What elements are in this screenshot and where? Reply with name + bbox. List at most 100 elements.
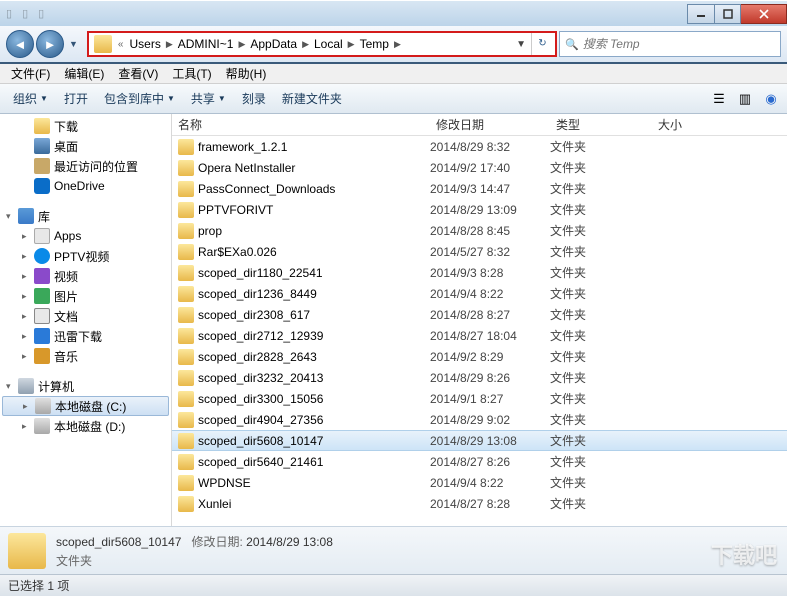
- tree-node[interactable]: 下载: [0, 116, 171, 136]
- tree-icon: [34, 178, 50, 194]
- preview-pane-icon[interactable]: ▥: [734, 88, 756, 110]
- file-row[interactable]: PPTVFORIVT2014/8/29 13:09文件夹: [172, 199, 787, 220]
- column-header-size[interactable]: 大小: [652, 116, 732, 133]
- file-row[interactable]: PassConnect_Downloads2014/9/3 14:47文件夹: [172, 178, 787, 199]
- share-button[interactable]: 共享▼: [183, 86, 234, 112]
- file-row[interactable]: Rar$EXa0.0262014/5/27 8:32文件夹: [172, 241, 787, 262]
- expand-icon[interactable]: ▸: [22, 251, 34, 262]
- tree-node[interactable]: ▸PPTV视频: [0, 246, 171, 266]
- breadcrumb-item[interactable]: Temp: [357, 37, 392, 51]
- file-row[interactable]: scoped_dir1180_225412014/9/3 8:28文件夹: [172, 262, 787, 283]
- file-row[interactable]: prop2014/8/28 8:45文件夹: [172, 220, 787, 241]
- folder-icon: [178, 349, 194, 365]
- new-folder-button[interactable]: 新建文件夹: [274, 86, 350, 112]
- file-row[interactable]: Xunlei2014/8/27 8:28文件夹: [172, 493, 787, 514]
- file-row[interactable]: scoped_dir3232_204132014/8/29 8:26文件夹: [172, 367, 787, 388]
- breadcrumb-overflow-icon[interactable]: «: [118, 39, 124, 50]
- close-button[interactable]: [741, 4, 787, 24]
- expand-icon[interactable]: ▸: [22, 351, 34, 362]
- file-row[interactable]: Opera NetInstaller2014/9/2 17:40文件夹: [172, 157, 787, 178]
- menu-item[interactable]: 编辑(E): [57, 65, 111, 82]
- file-row[interactable]: framework_1.2.12014/8/29 8:32文件夹: [172, 136, 787, 157]
- column-header-name[interactable]: 名称: [172, 116, 430, 133]
- folder-icon: [178, 454, 194, 470]
- breadcrumb-item[interactable]: Users: [126, 37, 163, 51]
- forward-button[interactable]: ►: [36, 30, 64, 58]
- search-input[interactable]: [583, 37, 775, 51]
- expand-icon[interactable]: ▸: [22, 271, 34, 282]
- chevron-right-icon[interactable]: ▶: [238, 39, 245, 50]
- include-button[interactable]: 包含到库中▼: [96, 86, 183, 112]
- expand-icon[interactable]: ▸: [22, 311, 34, 322]
- file-row[interactable]: scoped_dir2828_26432014/9/2 8:29文件夹: [172, 346, 787, 367]
- expand-icon[interactable]: ▾: [6, 381, 18, 392]
- tree-node[interactable]: ▸迅雷下载: [0, 326, 171, 346]
- tree-node[interactable]: ▸音乐: [0, 346, 171, 366]
- tree-node[interactable]: ▾计算机: [0, 376, 171, 396]
- minimize-button[interactable]: [687, 4, 715, 24]
- file-row[interactable]: scoped_dir5640_214612014/8/27 8:26文件夹: [172, 451, 787, 472]
- back-button[interactable]: ◄: [6, 30, 34, 58]
- address-bar[interactable]: «Users▶ADMINI~1▶AppData▶Local▶Temp▶ ▼ ↻: [87, 31, 557, 57]
- navigation-pane[interactable]: 下载桌面最近访问的位置OneDrive▾库▸Apps▸PPTV视频▸视频▸图片▸…: [0, 114, 172, 526]
- tree-node[interactable]: ▸Apps: [0, 226, 171, 246]
- details-item-type: 文件夹: [56, 552, 333, 569]
- folder-icon: [178, 475, 194, 491]
- tree-icon: [34, 348, 50, 364]
- tree-node[interactable]: ▸本地磁盘 (D:): [0, 416, 171, 436]
- tree-node[interactable]: ▸文档: [0, 306, 171, 326]
- help-icon[interactable]: ◉: [760, 88, 782, 110]
- expand-icon[interactable]: ▸: [22, 331, 34, 342]
- column-header-type[interactable]: 类型: [550, 116, 652, 133]
- tree-node[interactable]: OneDrive: [0, 176, 171, 196]
- address-dropdown-icon[interactable]: ▼: [511, 39, 531, 50]
- file-row[interactable]: scoped_dir2712_129392014/8/27 18:04文件夹: [172, 325, 787, 346]
- maximize-button[interactable]: [715, 4, 741, 24]
- open-button[interactable]: 打开: [56, 86, 96, 112]
- chevron-right-icon[interactable]: ▶: [348, 39, 355, 50]
- chevron-down-icon: ▼: [167, 94, 175, 103]
- tree-node[interactable]: 最近访问的位置: [0, 156, 171, 176]
- file-row[interactable]: WPDNSE2014/9/4 8:22文件夹: [172, 472, 787, 493]
- tree-node[interactable]: ▾库: [0, 206, 171, 226]
- file-row[interactable]: scoped_dir5608_101472014/8/29 13:08文件夹: [172, 430, 787, 451]
- status-bar: 已选择 1 项: [0, 574, 787, 596]
- expand-icon[interactable]: ▸: [22, 291, 34, 302]
- breadcrumb-item[interactable]: AppData: [247, 37, 300, 51]
- tree-node[interactable]: ▸视频: [0, 266, 171, 286]
- file-row[interactable]: scoped_dir2308_6172014/8/28 8:27文件夹: [172, 304, 787, 325]
- file-row[interactable]: scoped_dir4904_273562014/8/29 9:02文件夹: [172, 409, 787, 430]
- breadcrumb-item[interactable]: ADMINI~1: [175, 37, 237, 51]
- column-header-date[interactable]: 修改日期: [430, 116, 550, 133]
- history-dropdown-icon[interactable]: ▼: [66, 39, 81, 49]
- expand-icon[interactable]: ▸: [22, 231, 34, 242]
- view-options-icon[interactable]: ☰: [708, 88, 730, 110]
- chevron-right-icon[interactable]: ▶: [166, 39, 173, 50]
- breadcrumb-item[interactable]: Local: [311, 37, 346, 51]
- chevron-right-icon[interactable]: ▶: [302, 39, 309, 50]
- expand-icon[interactable]: ▾: [6, 211, 18, 222]
- expand-icon[interactable]: ▸: [23, 401, 35, 412]
- tree-node[interactable]: ▸图片: [0, 286, 171, 306]
- burn-button[interactable]: 刻录: [234, 86, 274, 112]
- file-row[interactable]: scoped_dir1236_84492014/9/4 8:22文件夹: [172, 283, 787, 304]
- expand-icon[interactable]: ▸: [22, 421, 34, 432]
- tree-icon: [34, 118, 50, 134]
- titlebar[interactable]: ▯▯▯: [0, 0, 787, 26]
- file-list[interactable]: framework_1.2.12014/8/29 8:32文件夹Opera Ne…: [172, 136, 787, 526]
- refresh-button[interactable]: ↻: [531, 33, 553, 55]
- file-row[interactable]: scoped_dir3300_150562014/9/1 8:27文件夹: [172, 388, 787, 409]
- tree-node[interactable]: ▸本地磁盘 (C:): [2, 396, 169, 416]
- menu-item[interactable]: 工具(T): [165, 65, 218, 82]
- tree-icon: [34, 328, 50, 344]
- menu-item[interactable]: 查看(V): [111, 65, 165, 82]
- tree-icon: [34, 418, 50, 434]
- folder-icon: [94, 35, 112, 53]
- menu-item[interactable]: 文件(F): [4, 65, 57, 82]
- chevron-right-icon[interactable]: ▶: [394, 39, 401, 50]
- tree-node[interactable]: 桌面: [0, 136, 171, 156]
- organize-button[interactable]: 组织▼: [5, 86, 56, 112]
- menu-item[interactable]: 帮助(H): [219, 65, 274, 82]
- search-box[interactable]: 🔍: [559, 31, 781, 57]
- column-headers[interactable]: 名称 修改日期 类型 大小: [172, 114, 787, 136]
